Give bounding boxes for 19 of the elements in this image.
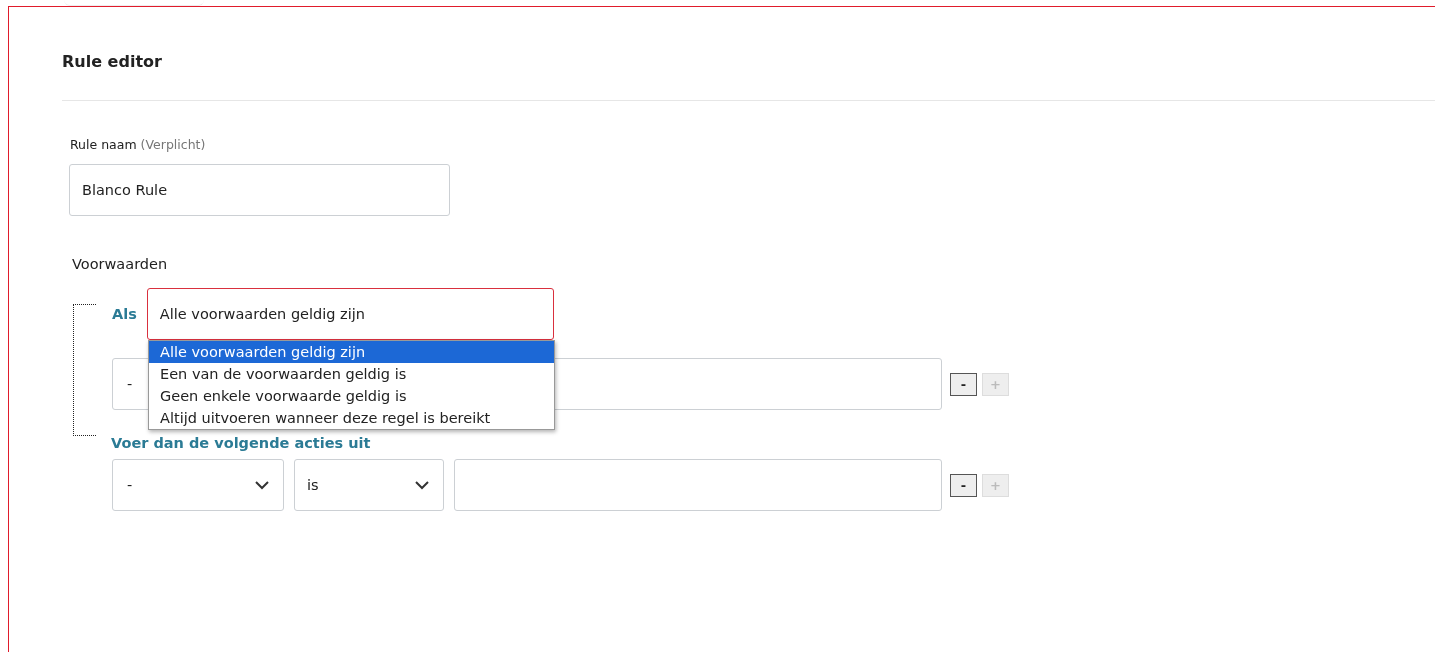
panel-title: Rule editor (62, 52, 163, 72)
value-field[interactable] (454, 459, 942, 511)
dropdown-option[interactable]: Geen enkele voorwaarde geldig is (149, 385, 554, 407)
actions-label: Voer dan de volgende acties uit (111, 435, 372, 451)
remove-button[interactable]: - (950, 372, 977, 396)
operator-select[interactable]: is (294, 459, 444, 511)
if-label: Als (112, 306, 137, 322)
dropdown-option[interactable]: Alle voorwaarden geldig zijn (149, 341, 554, 363)
chevron-down-icon (415, 480, 429, 490)
remove-button[interactable]: - (950, 473, 977, 497)
dropdown-option[interactable]: Een van de voorwaarden geldig is (149, 363, 554, 385)
field-select[interactable]: - (112, 459, 284, 511)
condition-mode-select[interactable]: Alle voorwaarden geldig zijn (146, 288, 554, 340)
dropdown-option[interactable]: Altijd uitvoeren wanneer deze regel is bereikt (149, 407, 554, 429)
required-hint: (Verplicht) (140, 137, 206, 152)
section-heading: Voorwaarden (72, 256, 169, 272)
chevron-down-icon (255, 480, 269, 490)
field-label: Rule naam (70, 137, 137, 152)
rule-name-field[interactable]: Blanco Rule (69, 164, 450, 216)
